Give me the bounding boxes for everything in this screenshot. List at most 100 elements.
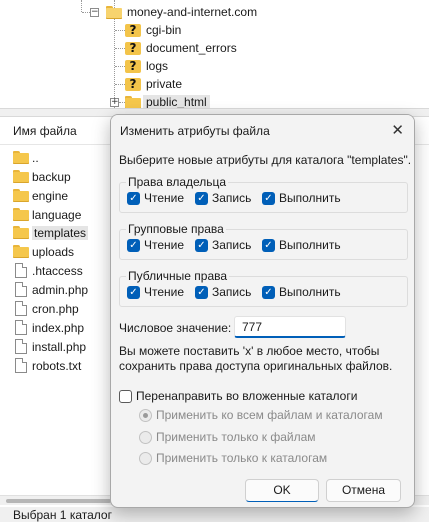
- owner-read-checkbox[interactable]: ✓ Чтение: [127, 191, 184, 205]
- tree-item-root[interactable]: money-and-internet.com: [106, 3, 257, 21]
- checkmark-icon: ✓: [262, 285, 275, 299]
- tree-item-cgi-bin[interactable]: ? cgi-bin: [125, 21, 181, 39]
- checkmark-icon: ✓: [262, 238, 275, 252]
- checkbox-label: Перенаправить во вложенные каталоги: [136, 389, 358, 403]
- file-icon: [15, 320, 27, 335]
- public-read-checkbox[interactable]: ✓ Чтение: [127, 285, 184, 299]
- group-execute-checkbox[interactable]: ✓ Выполнить: [262, 238, 341, 252]
- cancel-button[interactable]: Отмена: [326, 479, 401, 502]
- list-item[interactable]: index.php: [13, 318, 84, 337]
- close-icon[interactable]: ✕: [391, 121, 404, 139]
- numeric-value-input[interactable]: [234, 316, 346, 338]
- tree-item-label: money-and-internet.com: [127, 5, 258, 19]
- unknown-folder-icon: ?: [125, 59, 141, 74]
- file-icon: [15, 358, 27, 373]
- checkbox-label: Выполнить: [279, 285, 341, 299]
- file-icon: [15, 282, 27, 297]
- radio-dot: [139, 451, 152, 465]
- radio-dot: [139, 408, 152, 422]
- list-item-parent[interactable]: ..: [13, 148, 39, 167]
- folder-icon: [13, 208, 29, 221]
- group-title-public: Публичные права: [126, 269, 230, 283]
- unknown-folder-icon: ?: [125, 23, 141, 38]
- hint-text: Вы можете поставить 'x' в любое место, ч…: [119, 344, 409, 374]
- hint-line: сохранить права доступа оригинальных фай…: [119, 359, 393, 373]
- apply-files-radio[interactable]: Применить только к файлам: [139, 430, 316, 444]
- folder-icon: [13, 226, 29, 239]
- radio-dot: [139, 430, 152, 444]
- tree-item-label: public_html: [143, 95, 210, 109]
- radio-label: Применить только к файлам: [156, 430, 316, 444]
- file-name: robots.txt: [32, 358, 82, 373]
- checkmark-icon: ✓: [127, 191, 140, 205]
- file-name: install.php: [32, 339, 87, 354]
- list-item[interactable]: .htaccess: [13, 261, 83, 280]
- dialog-title: Изменить атрибуты файла: [120, 124, 270, 138]
- radio-label: Применить только к каталогам: [156, 451, 328, 465]
- file-name: cron.php: [32, 301, 79, 316]
- checkmark-icon: ✓: [195, 238, 208, 252]
- group-write-checkbox[interactable]: ✓ Запись: [195, 238, 251, 252]
- list-item[interactable]: backup: [13, 167, 71, 186]
- tree-item-document-errors[interactable]: ? document_errors: [125, 39, 237, 57]
- tree-item-label: private: [146, 77, 183, 91]
- dialog-prompt: Выберите новые атрибуты для каталога "te…: [119, 153, 412, 167]
- apply-dirs-radio[interactable]: Применить только к каталогам: [139, 451, 327, 465]
- file-name: admin.php: [32, 282, 89, 297]
- collapse-toggle[interactable]: −: [90, 8, 99, 17]
- group-read-checkbox[interactable]: ✓ Чтение: [127, 238, 184, 252]
- checkbox-label: Запись: [212, 238, 252, 252]
- list-item[interactable]: admin.php: [13, 280, 88, 299]
- checkbox-label: Выполнить: [279, 238, 341, 252]
- hint-line: Вы можете поставить 'x' в любое место, ч…: [119, 344, 380, 358]
- tree-item-logs[interactable]: ? logs: [125, 57, 168, 75]
- file-name: language: [32, 207, 82, 222]
- owner-write-checkbox[interactable]: ✓ Запись: [195, 191, 251, 205]
- public-write-checkbox[interactable]: ✓ Запись: [195, 285, 251, 299]
- file-name: engine: [32, 188, 69, 203]
- list-item[interactable]: engine: [13, 186, 68, 205]
- folder-icon: [13, 189, 29, 202]
- checkbox-label: Выполнить: [279, 191, 341, 205]
- list-item[interactable]: uploads: [13, 242, 74, 261]
- public-execute-checkbox[interactable]: ✓ Выполнить: [262, 285, 341, 299]
- file-icon: [15, 263, 27, 278]
- apply-all-radio[interactable]: Применить ко всем файлам и каталогам: [139, 408, 383, 422]
- numeric-value-label: Числовое значение:: [119, 321, 232, 335]
- scrollbar-thumb[interactable]: [6, 499, 111, 503]
- unknown-folder-icon: ?: [125, 77, 141, 92]
- radio-label: Применить ко всем файлам и каталогам: [156, 408, 383, 422]
- ok-button[interactable]: OK: [245, 479, 319, 502]
- group-title-owner: Права владельца: [126, 175, 229, 189]
- file-name: uploads: [32, 244, 75, 259]
- status-bar: Выбран 1 каталог: [0, 507, 429, 522]
- change-attributes-dialog: Изменить атрибуты файла ✕ Выберите новые…: [110, 114, 415, 508]
- list-item[interactable]: install.php: [13, 337, 86, 356]
- file-name: templates: [32, 225, 89, 240]
- file-name: ..: [32, 150, 39, 165]
- dialog-titlebar[interactable]: Изменить атрибуты файла ✕: [111, 115, 414, 146]
- column-header-label: Имя файла: [13, 123, 77, 138]
- list-item[interactable]: robots.txt: [13, 356, 81, 375]
- checkmark-icon: ✓: [127, 285, 140, 299]
- expand-toggle[interactable]: +: [110, 98, 119, 107]
- list-item[interactable]: cron.php: [13, 299, 79, 318]
- folder-icon: [13, 245, 29, 258]
- checkbox-label: Запись: [212, 191, 252, 205]
- file-icon: [15, 301, 27, 316]
- tree-item-label: logs: [146, 59, 169, 73]
- remote-directory-tree[interactable]: − money-and-internet.com ? cgi-bin ? doc…: [0, 0, 429, 116]
- checkbox-label: Чтение: [144, 285, 185, 299]
- list-item-selected[interactable]: templates: [13, 223, 89, 242]
- file-name: backup: [32, 169, 71, 184]
- checkmark-icon: ✓: [262, 191, 275, 205]
- file-name: .htaccess: [32, 263, 83, 278]
- recurse-checkbox[interactable]: Перенаправить во вложенные каталоги: [119, 389, 357, 403]
- tree-item-private[interactable]: ? private: [125, 75, 182, 93]
- checkmark-icon: ✓: [195, 285, 208, 299]
- list-item[interactable]: language: [13, 205, 81, 224]
- owner-execute-checkbox[interactable]: ✓ Выполнить: [262, 191, 341, 205]
- group-title-group: Групповые права: [126, 222, 226, 236]
- checkbox-label: Чтение: [144, 238, 185, 252]
- checkmark-icon: ✓: [195, 191, 208, 205]
